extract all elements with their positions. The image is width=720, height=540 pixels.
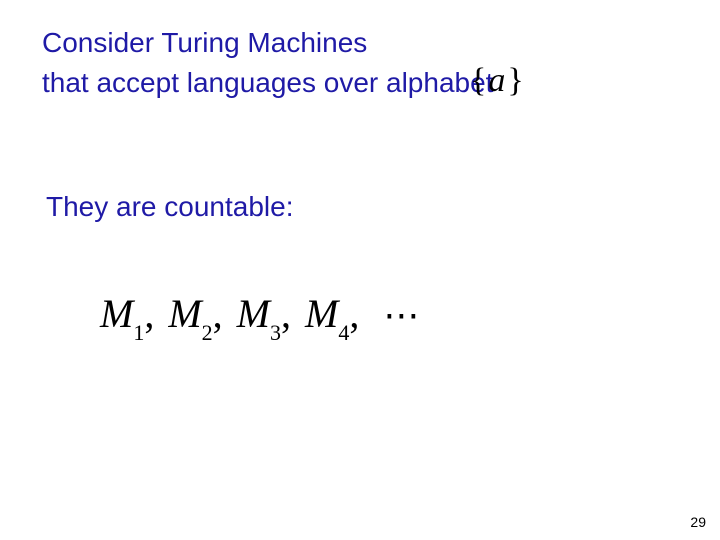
countable-statement: They are countable: [46, 190, 294, 224]
machine-m3: M3 [237, 291, 281, 336]
alphabet-set: {a} [470, 62, 524, 100]
brace-open: { [470, 62, 486, 99]
brace-close: } [507, 62, 523, 99]
machine-m1: M1 [100, 291, 144, 336]
machine-list: M1, M2, M3, M4, ⋯ [100, 290, 419, 342]
machine-m2: M2 [168, 291, 212, 336]
comma-1: , [144, 291, 158, 336]
comma-3: , [281, 291, 295, 336]
comma-4: , [349, 291, 363, 336]
heading-line-1: Consider Turing Machines [42, 26, 367, 60]
comma-2: , [213, 291, 227, 336]
alphabet-symbol: a [486, 62, 507, 99]
machine-m4: M4 [305, 291, 349, 336]
slide: Consider Turing Machines that accept lan… [0, 0, 720, 540]
ellipsis-icon: ⋯ [373, 294, 419, 335]
heading-line-2: that accept languages over alphabet [42, 66, 493, 100]
page-number: 29 [690, 514, 706, 530]
